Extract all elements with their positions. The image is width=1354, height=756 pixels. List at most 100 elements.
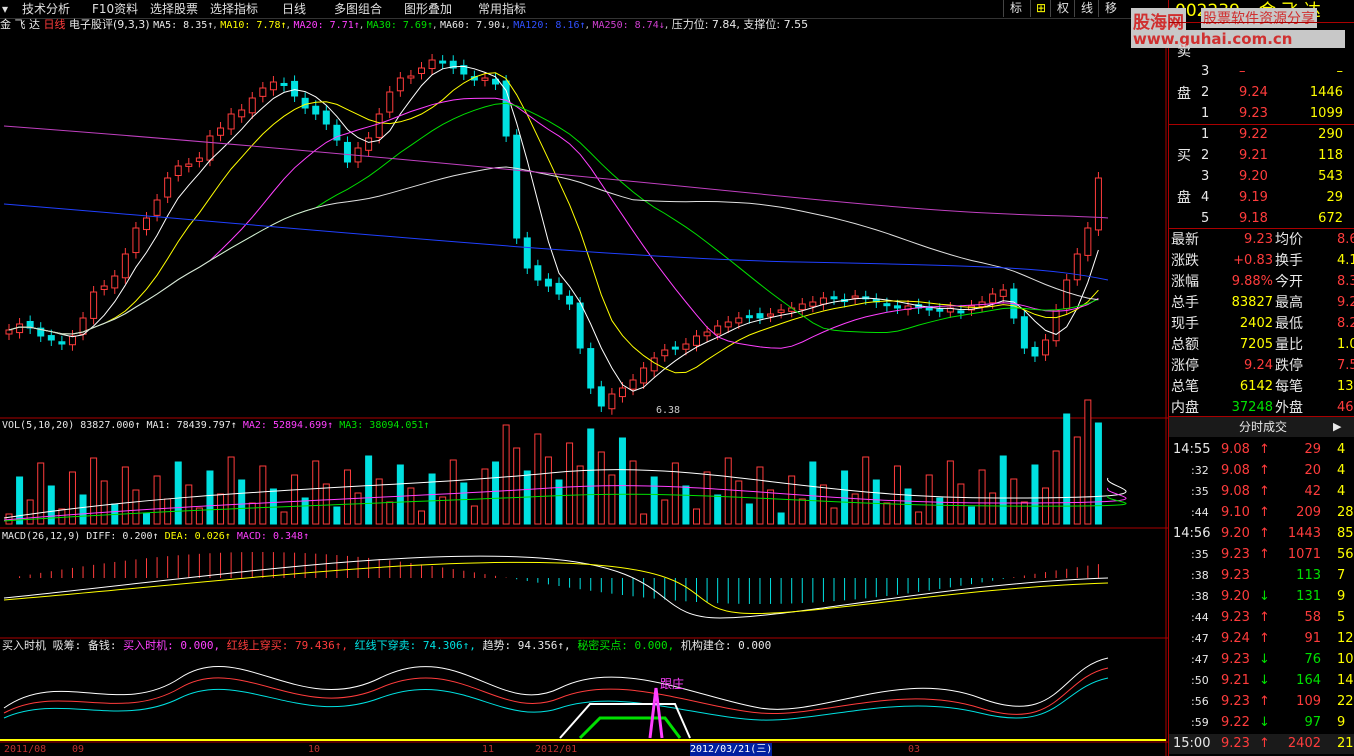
tick-volume: 97 [1304, 713, 1321, 733]
tick-price: 9.08 [1221, 482, 1250, 502]
volume-bar [313, 461, 319, 524]
candle-body [239, 110, 245, 117]
candle-body [1064, 280, 1070, 309]
volume-bar [863, 457, 869, 524]
mark-button[interactable]: 标 [1003, 0, 1028, 17]
candle-body [514, 135, 520, 238]
tick-time: :32 [1191, 461, 1209, 481]
ind-b-label: 买入时机: 0.000, [123, 639, 220, 652]
candle-body [112, 276, 118, 288]
menu-daily[interactable]: 日线 [282, 0, 306, 18]
tick-count: 4 [1337, 461, 1345, 481]
tick-row: :56 9.23 ↑ 109 22 [1169, 692, 1354, 712]
indicator-line-2 [4, 668, 1108, 714]
tick-count: 10 [1337, 650, 1354, 670]
menu-f10[interactable]: F10资料 [92, 0, 138, 18]
tick-count: 14 [1337, 671, 1354, 691]
tick-price: 9.23 [1221, 545, 1250, 565]
tick-arrow-icon: ↓ [1259, 713, 1270, 733]
tick-time: :50 [1191, 671, 1209, 691]
crosshair-icon[interactable]: ⊞ [1030, 0, 1051, 17]
volume-bar [725, 458, 731, 524]
volume-bar [768, 490, 774, 524]
volume-bar [958, 484, 964, 524]
quote-panel: 002239 金 飞 达 股海网 股票软件资源分享 www.guhai.com.… [1168, 0, 1354, 756]
quote-row: 涨跌 +0.83 换手 4.17 [1169, 251, 1354, 271]
ind-a-label: 买入时机 吸筹: 备钱: [2, 639, 117, 652]
candle-body [429, 60, 435, 69]
tick-volume: 131 [1296, 587, 1321, 607]
volume-bar [461, 483, 467, 524]
ind-g-label: 机构建仓: 0.000 [681, 639, 771, 652]
ind-c-label: 红线上穿买: 79.436↑, [227, 639, 348, 652]
quote-value: 9.88% [1232, 272, 1273, 292]
volume-bar [27, 500, 33, 524]
time-axis: 2011/08 09 10 11 2012/01 2012/03/21(三) 0… [0, 744, 1168, 756]
tick-volume: 42 [1304, 482, 1321, 502]
tick-price: 9.20 [1221, 524, 1250, 544]
quote-row: 现手 2402 最低 8.2 [1169, 314, 1354, 334]
volume-bar [80, 495, 86, 524]
volume-bar [249, 503, 255, 524]
candle-body [567, 296, 573, 304]
ticks-tab[interactable]: 分时成交 ▶ [1169, 417, 1354, 437]
menu-select-stock[interactable]: 选择股票 [150, 0, 198, 18]
level-num: 2 [1201, 146, 1209, 166]
volume-bar [302, 498, 308, 524]
tick-arrow-icon: ↑ [1259, 440, 1270, 460]
volume-bar [482, 469, 488, 524]
menu-tech-analysis[interactable]: 技术分析 [22, 0, 70, 18]
time-label: 2012/01 [535, 743, 577, 756]
tick-time: :35 [1191, 545, 1209, 565]
candle-body [323, 111, 329, 124]
tick-volume: 91 [1304, 629, 1321, 649]
quote-label: 涨幅 [1171, 272, 1199, 292]
low-price-label: 6.38 [656, 404, 680, 417]
tick-row: :32 9.08 ↑ 20 4 [1169, 461, 1354, 481]
candle-body [196, 158, 202, 161]
move-button[interactable]: 移 [1098, 0, 1123, 17]
menu-common-indicator[interactable]: 常用指标 [478, 0, 526, 18]
candle-body [524, 238, 530, 268]
time-label: 09 [72, 743, 84, 756]
tick-price: 9.24 [1221, 629, 1250, 649]
tick-time: 14:55 [1173, 440, 1210, 460]
line-button[interactable]: 线 [1074, 0, 1099, 17]
tick-row: :47 9.23 ↓ 76 10 [1169, 650, 1354, 670]
time-label: 10 [308, 743, 320, 756]
volume-bar [397, 465, 403, 524]
candle-body [725, 322, 731, 327]
volume-bar [207, 471, 213, 524]
rights-button[interactable]: 权 [1050, 0, 1075, 17]
menu-multi-chart[interactable]: 多图组合 [334, 0, 382, 18]
quote-label: 跌停 [1275, 356, 1303, 376]
candle-body [165, 178, 171, 197]
tick-count: 22 [1337, 692, 1354, 712]
candle-body [831, 297, 837, 299]
volume-bar [831, 508, 837, 524]
follow-spike [650, 688, 662, 738]
volume-bar [598, 452, 604, 524]
quote-label: 最高 [1275, 293, 1303, 313]
volume-bar [419, 511, 425, 524]
vol-ma2-label: MA2: 52894.699↑ [243, 420, 333, 431]
volume-bar [662, 500, 668, 524]
menu-select-indicator[interactable]: 选择指标 [210, 0, 258, 18]
candle-body [408, 76, 414, 78]
level-volume: 1099 [1310, 104, 1343, 124]
trend-box [560, 704, 690, 738]
tick-arrow-icon: ↑ [1259, 482, 1270, 502]
volume-bar [746, 504, 752, 524]
candle-body [154, 200, 160, 215]
time-label: 11 [482, 743, 494, 756]
level-price: 9.19 [1239, 188, 1268, 208]
candle-body [48, 336, 54, 340]
tick-arrow-icon: ↑ [1259, 461, 1270, 481]
menu-overlay[interactable]: 图形叠加 [404, 0, 452, 18]
volume-bar [736, 481, 742, 524]
quote-value: 1.0 [1337, 335, 1354, 355]
candle-body [260, 88, 266, 96]
level-volume: – [1337, 62, 1344, 82]
volume-bar [186, 485, 192, 524]
tab-arrow-icon[interactable]: ▶ [1333, 417, 1341, 437]
